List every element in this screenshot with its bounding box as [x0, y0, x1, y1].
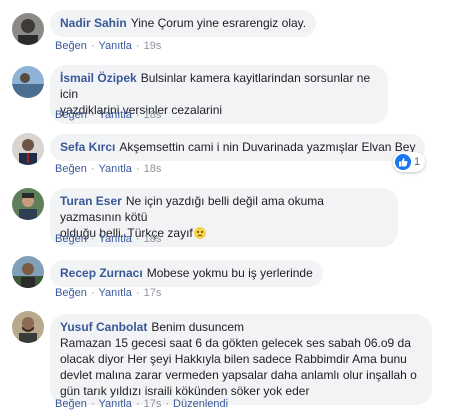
reply-button[interactable]: Yanıtla: [98, 163, 131, 175]
comment-bubble: Recep Zurnacı Mobese yokmu bu iş yerlerin…: [50, 260, 323, 287]
comment-text-line: devlet malına zarar vermeden yapsalar da…: [60, 368, 417, 382]
reply-button[interactable]: Yanıtla: [98, 233, 131, 245]
edited-link[interactable]: Düzenlendi: [173, 398, 228, 410]
comment-actions: Beğen · Yanıtla · 17s · Düzenlendi: [55, 398, 229, 410]
reply-button[interactable]: Yanıtla: [98, 109, 131, 121]
comment-time[interactable]: 18s: [144, 233, 162, 245]
comment-author[interactable]: İsmail Özipek: [60, 71, 137, 85]
comment-actions: Beğen · Yanıtla · 17s: [55, 287, 162, 299]
avatar[interactable]: [12, 66, 44, 98]
like-icon: [395, 154, 411, 170]
comment-author[interactable]: Sefa Kırcı: [60, 140, 115, 154]
comment-actions: Beğen · Yanıtla · 18s: [55, 233, 162, 245]
avatar[interactable]: [12, 256, 44, 288]
avatar[interactable]: [12, 311, 44, 343]
comment-author[interactable]: Yusuf Canbolat: [60, 320, 147, 334]
comment-text: Yine Çorum yine esrarengiz olay.: [130, 16, 307, 30]
comment-text: Akşemsettin cami i nin Duvarinada yazmış…: [119, 140, 416, 154]
reply-button[interactable]: Yanıtla: [98, 398, 131, 410]
comment-actions: Beğen · Yanıtla · 19s: [55, 40, 162, 52]
comment-actions: Beğen · Yanıtla · 18s: [55, 109, 162, 121]
avatar[interactable]: [12, 188, 44, 220]
like-button[interactable]: Beğen: [55, 40, 87, 52]
comment-bubble: Nadir Sahin Yine Çorum yine esrarengiz ol…: [50, 10, 317, 37]
reaction-count[interactable]: 1: [393, 152, 426, 172]
avatar[interactable]: [12, 13, 44, 45]
comment-time[interactable]: 19s: [144, 40, 162, 52]
comment-author[interactable]: Turan Eser: [60, 194, 122, 208]
reply-button[interactable]: Yanıtla: [98, 40, 131, 52]
comment-text-line: Benim dusuncem: [151, 320, 245, 334]
like-button[interactable]: Beğen: [55, 109, 87, 121]
comment-bubble: Sefa Kırcı Akşemsettin cami i nin Duvarin…: [50, 134, 426, 161]
comment-time[interactable]: 17s: [144, 287, 162, 299]
comment-text-line: olacak diyor Her şeyi Hakkıyla bilen sad…: [60, 352, 407, 366]
comment-text-line: Ramazan 15 gecesi saat 6 da gökten gelec…: [60, 336, 411, 350]
comment-author[interactable]: Recep Zurnacı: [60, 266, 143, 280]
reaction-count-value: 1: [414, 156, 421, 168]
like-button[interactable]: Beğen: [55, 233, 87, 245]
comment-time[interactable]: 18s: [144, 163, 162, 175]
comment-text: Mobese yokmu bu iş yerlerinde: [146, 266, 313, 280]
comment-time[interactable]: 17s: [144, 398, 162, 410]
avatar[interactable]: [12, 133, 44, 165]
confused-face-icon: [193, 227, 206, 239]
reply-button[interactable]: Yanıtla: [98, 287, 131, 299]
comment-bubble: Yusuf Canbolat Benim dusuncem Ramazan 15 …: [50, 314, 432, 405]
like-button[interactable]: Beğen: [55, 163, 87, 175]
comment-author[interactable]: Nadir Sahin: [60, 16, 127, 30]
like-button[interactable]: Beğen: [55, 398, 87, 410]
like-button[interactable]: Beğen: [55, 287, 87, 299]
comment-time[interactable]: 18s: [144, 109, 162, 121]
comment-actions: Beğen · Yanıtla · 18s: [55, 163, 162, 175]
